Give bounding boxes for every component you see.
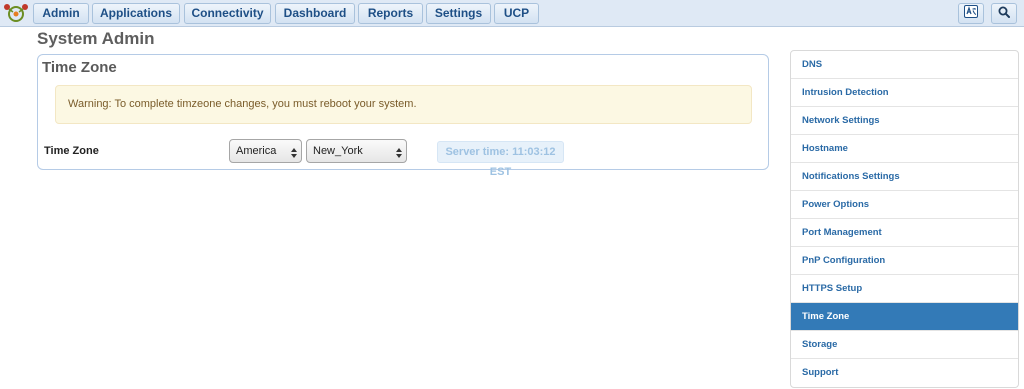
side-item-port-management[interactable]: Port Management bbox=[791, 219, 1018, 247]
side-item-power-options[interactable]: Power Options bbox=[791, 191, 1018, 219]
search-button[interactable] bbox=[991, 3, 1017, 24]
nav-admin[interactable]: Admin bbox=[33, 3, 89, 24]
time-zone-panel: Time Zone Warning: To complete timzeone … bbox=[37, 54, 769, 178]
city-select-value: New_York bbox=[313, 145, 363, 157]
language-button[interactable] bbox=[958, 3, 984, 24]
language-icon bbox=[964, 4, 978, 23]
nav-reports[interactable]: Reports bbox=[358, 3, 423, 24]
side-item-support[interactable]: Support bbox=[791, 359, 1018, 387]
side-item-https-setup[interactable]: HTTPS Setup bbox=[791, 275, 1018, 303]
nav-applications[interactable]: Applications bbox=[92, 3, 180, 24]
region-select[interactable]: America bbox=[229, 139, 302, 163]
nav-dashboard[interactable]: Dashboard bbox=[275, 3, 355, 24]
city-select[interactable]: New_York bbox=[306, 139, 407, 163]
nav-ucp[interactable]: UCP bbox=[494, 3, 539, 24]
side-item-pnp-configuration[interactable]: PnP Configuration bbox=[791, 247, 1018, 275]
side-item-intrusion-detection[interactable]: Intrusion Detection bbox=[791, 79, 1018, 107]
top-navbar: Admin Applications Connectivity Dashboar… bbox=[0, 0, 1024, 27]
time-zone-label: Time Zone bbox=[44, 145, 99, 157]
nav-settings[interactable]: Settings bbox=[426, 3, 491, 24]
side-item-hostname[interactable]: Hostname bbox=[791, 135, 1018, 163]
side-item-network-settings[interactable]: Network Settings bbox=[791, 107, 1018, 135]
side-item-notifications-settings[interactable]: Notifications Settings bbox=[791, 163, 1018, 191]
server-time-display: Server time: 11:03:12 EST bbox=[437, 141, 564, 178]
panel-title: Time Zone bbox=[42, 59, 117, 76]
logo-icon[interactable] bbox=[2, 2, 30, 24]
side-item-storage[interactable]: Storage bbox=[791, 331, 1018, 359]
select-arrows-icon bbox=[291, 145, 297, 158]
select-arrows-icon bbox=[396, 145, 402, 158]
warning-alert: Warning: To complete timzeone changes, y… bbox=[55, 85, 752, 124]
side-menu: DNS Intrusion Detection Network Settings… bbox=[790, 50, 1019, 388]
page-title: System Admin bbox=[37, 29, 155, 48]
search-icon bbox=[998, 5, 1010, 23]
nav-connectivity[interactable]: Connectivity bbox=[184, 3, 271, 24]
side-item-dns[interactable]: DNS bbox=[791, 51, 1018, 79]
side-item-time-zone[interactable]: Time Zone bbox=[791, 303, 1018, 331]
region-select-value: America bbox=[236, 145, 277, 157]
